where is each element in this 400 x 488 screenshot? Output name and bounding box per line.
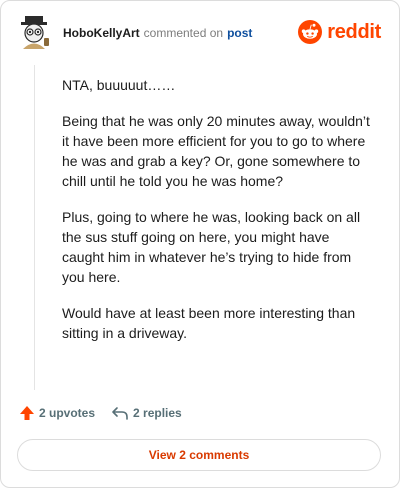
comment-paragraph: Being that he was only 20 minutes away, …: [62, 113, 370, 189]
reply-button[interactable]: 2 replies: [111, 406, 182, 420]
upvote-button[interactable]: 2 upvotes: [19, 405, 95, 421]
upvote-arrow-icon: [20, 406, 34, 420]
comment-actions: 2 upvotes 2 replies: [19, 405, 198, 421]
view-comments-button[interactable]: View 2 comments: [17, 439, 381, 471]
comment-paragraph: Plus, going to where he was, looking bac…: [62, 209, 361, 285]
reply-arrow-icon: [112, 407, 128, 420]
avatar[interactable]: [17, 16, 51, 50]
thread-line: [34, 65, 35, 390]
comment-header: HoboKellyArt commented on post reddit: [17, 16, 383, 50]
reddit-logo[interactable]: reddit: [298, 20, 381, 44]
post-link[interactable]: post: [227, 26, 252, 40]
comment-paragraph: Would have at least been more interestin…: [62, 305, 356, 341]
reply-count: 2 replies: [133, 406, 182, 420]
comment-embed-card: HoboKellyArt commented on post reddit NTA,…: [0, 0, 400, 488]
comment-paragraph: NTA, buuuuut……: [62, 77, 176, 93]
upvote-count: 2 upvotes: [39, 406, 96, 420]
reddit-wordmark: reddit: [327, 20, 381, 43]
comment-meta: HoboKellyArt commented on post: [63, 26, 252, 40]
meta-verb: commented on: [143, 26, 224, 40]
reddit-logo-icon: [298, 20, 323, 44]
comment-body: NTA, buuuuut…… Being that he was only 20…: [62, 75, 374, 359]
username-link[interactable]: HoboKellyArt: [63, 26, 140, 40]
